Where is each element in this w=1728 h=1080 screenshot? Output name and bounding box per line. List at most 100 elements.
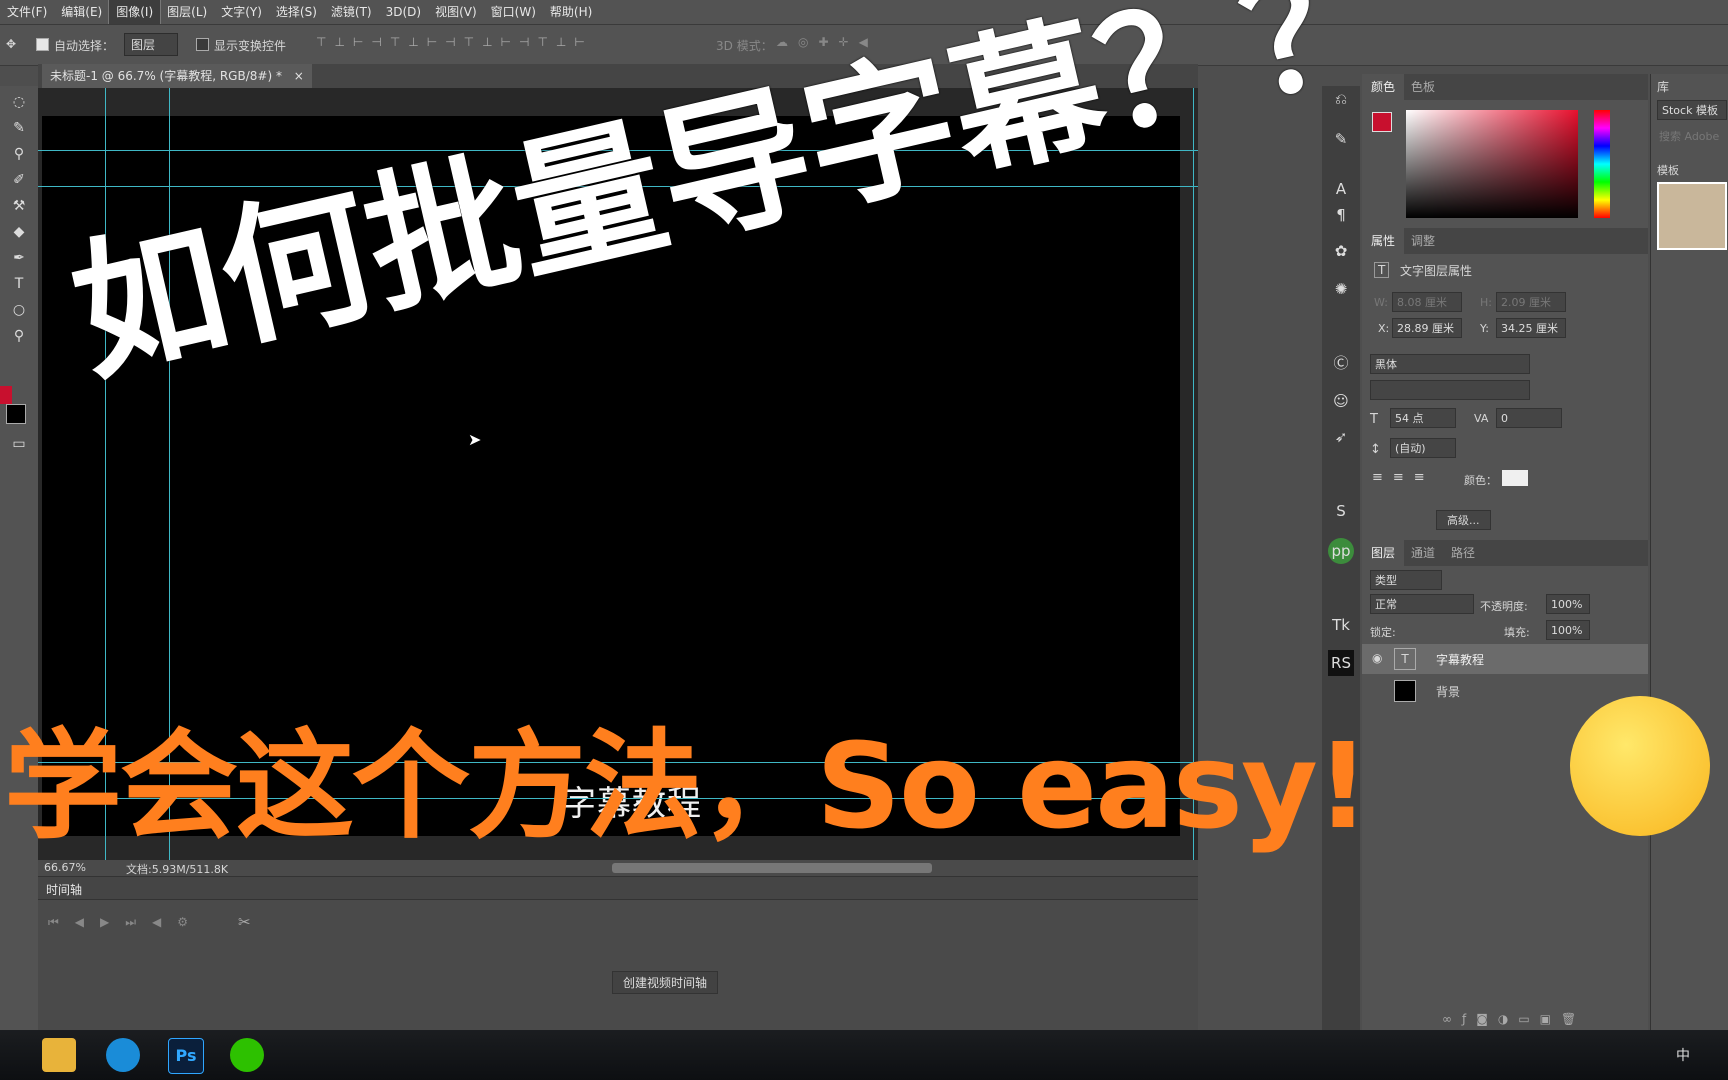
show-transform-checkbox[interactable]	[196, 38, 209, 51]
auto-select-dropdown[interactable]: 图层	[124, 33, 178, 56]
font-size-icon: T	[1370, 412, 1378, 427]
text-color-swatch[interactable]	[1502, 470, 1528, 486]
font-family-dropdown[interactable]: 黑体	[1370, 354, 1530, 374]
menu-file[interactable]: 文件(F)	[0, 0, 54, 24]
browser-icon[interactable]	[106, 1038, 140, 1072]
document-tab-title: 未标题-1 @ 66.7% (字幕教程, RGB/8#) *	[50, 69, 282, 83]
fill-field[interactable]: 100%	[1546, 620, 1590, 640]
properties-header: 文字图层属性	[1400, 264, 1473, 278]
foreground-color-swatch[interactable]	[0, 386, 12, 404]
character-icon[interactable]: A	[1328, 176, 1354, 202]
menu-window[interactable]: 窗口(W)	[484, 0, 543, 24]
templates-label: 模板	[1657, 164, 1679, 177]
quick-select-tool-icon[interactable]: ✎	[8, 118, 30, 138]
horizontal-scrollbar[interactable]	[612, 863, 932, 873]
pen-tool-icon[interactable]: ✒	[8, 248, 30, 268]
plugin-c-icon[interactable]: Ⓒ	[1328, 350, 1354, 376]
layer-name[interactable]: 背景	[1436, 683, 1460, 700]
right-panels: 颜色 色板 属性 调整 T 文字图层属性 W: 8.08 厘米 H: 2.09 …	[1362, 74, 1648, 1030]
tab-channels[interactable]: 通道	[1402, 540, 1444, 566]
tracking-field[interactable]: 0	[1496, 408, 1562, 428]
show-transform-label: 显示变换控件	[214, 39, 287, 53]
marquee-tool-icon[interactable]: ◌	[8, 92, 30, 112]
brush-settings-icon[interactable]: ✎	[1328, 126, 1354, 152]
x-field[interactable]: 28.89 厘米	[1392, 318, 1462, 338]
tab-adjustments[interactable]: 调整	[1402, 228, 1444, 254]
menu-layer[interactable]: 图层(L)	[160, 0, 214, 24]
tab-paths[interactable]: 路径	[1442, 540, 1484, 566]
plugin-portrait-icon[interactable]: ☺	[1328, 388, 1354, 414]
stamp-tool-icon[interactable]: ⚒	[8, 196, 30, 216]
library-title: 库	[1657, 80, 1670, 94]
menu-filter[interactable]: 滤镜(T)	[324, 0, 379, 24]
create-video-timeline-button[interactable]: 创建视频时间轴	[612, 971, 719, 994]
h-label: H:	[1480, 296, 1492, 309]
type-layer-icon: T	[1374, 262, 1390, 278]
paragraph-icon[interactable]: ¶	[1328, 202, 1354, 228]
brush-tool-icon[interactable]: ✐	[8, 170, 30, 190]
library-search[interactable]: 搜索 Adobe	[1659, 128, 1719, 144]
layer-filter-dropdown[interactable]: 类型	[1370, 570, 1442, 590]
panel-icon-strip: ⎌ ✎ A ¶ ✿ ✺ Ⓒ ☺ ➶ S pp Tk RS	[1322, 86, 1360, 1030]
shape-tool-icon[interactable]: ○	[8, 300, 30, 320]
auto-select-label: 自动选择：	[54, 39, 115, 53]
y-field[interactable]: 34.25 厘米	[1496, 318, 1566, 338]
menu-select[interactable]: 选择(S)	[269, 0, 324, 24]
opacity-field[interactable]: 100%	[1546, 594, 1590, 614]
visibility-eye-icon[interactable]: ◉	[1372, 651, 1382, 665]
align-icons[interactable]: ⊤⊥⊢⊣⊤⊥⊢⊣⊤⊥⊢⊣⊤⊥⊢	[316, 35, 593, 49]
plugin-tk-icon[interactable]: Tk	[1328, 612, 1354, 638]
ime-indicator[interactable]: 中	[1676, 1045, 1690, 1065]
wechat-icon[interactable]	[230, 1038, 264, 1072]
type-tool-icon[interactable]: T	[8, 274, 30, 294]
layer-row[interactable]: ◉ T 字幕教程	[1362, 644, 1648, 674]
plugin-s-icon[interactable]: S	[1328, 498, 1354, 524]
tab-properties[interactable]: 属性	[1362, 228, 1405, 254]
leading-field[interactable]: (自动)	[1390, 438, 1456, 458]
advanced-button[interactable]: 高级...	[1436, 510, 1491, 530]
font-style-dropdown[interactable]	[1370, 380, 1530, 400]
status-bar: 66.67% 文档:5.93M/511.8K	[38, 860, 1198, 876]
eyedropper-tool-icon[interactable]: ⚲	[8, 144, 30, 164]
menu-help[interactable]: 帮助(H)	[543, 0, 599, 24]
font-size-field[interactable]: 54 点	[1390, 408, 1456, 428]
layer-row[interactable]: 背景	[1362, 676, 1648, 706]
move-tool-icon[interactable]: ✥	[6, 37, 16, 51]
layer-name[interactable]: 字幕教程	[1436, 651, 1484, 668]
zoom-tool-icon[interactable]: ⚲	[8, 326, 30, 346]
file-explorer-icon[interactable]	[42, 1038, 76, 1072]
plugin-bird-icon[interactable]: ➶	[1328, 424, 1354, 450]
plugin-icon[interactable]: ✿	[1328, 238, 1354, 264]
menu-view[interactable]: 视图(V)	[428, 0, 484, 24]
menu-3d[interactable]: 3D(D)	[379, 0, 428, 24]
menu-type[interactable]: 文字(Y)	[214, 0, 269, 24]
template-thumbnail[interactable]	[1657, 182, 1727, 250]
paint-bucket-tool-icon[interactable]: ◆	[8, 222, 30, 242]
photoshop-icon[interactable]: Ps	[168, 1038, 204, 1074]
timeline-playback-controls[interactable]: ⏮◀▶⏭◀⚙	[48, 915, 204, 930]
zoom-level[interactable]: 66.67%	[44, 861, 86, 874]
menu-image[interactable]: 图像(I)	[108, 0, 162, 25]
fill-label: 填充:	[1504, 626, 1530, 639]
document-tab[interactable]: 未标题-1 @ 66.7% (字幕教程, RGB/8#) * ×	[42, 64, 312, 88]
screen-mode-icon[interactable]: ▭	[8, 434, 30, 454]
hue-slider[interactable]	[1594, 110, 1610, 218]
color-field[interactable]	[1406, 110, 1578, 218]
background-color-swatch[interactable]	[6, 404, 26, 424]
align-buttons[interactable]: ≡≡≡	[1372, 470, 1435, 485]
blend-mode-dropdown[interactable]: 正常	[1370, 594, 1474, 614]
menu-edit[interactable]: 编辑(E)	[54, 0, 109, 24]
tools-panel: ◌ ✎ ⚲ ✐ ⚒ ◆ ✒ T ○ ⚲ ▭	[0, 86, 38, 1030]
plugin-pp-icon[interactable]: pp	[1328, 538, 1354, 564]
mouse-cursor-icon: ➤	[468, 430, 482, 449]
layer-actions-icons[interactable]: ∞ƒ◙◑▭▣🗑	[1442, 1012, 1586, 1026]
tab-layers[interactable]: 图层	[1362, 540, 1405, 566]
scissors-icon[interactable]: ✂	[238, 913, 251, 931]
w-field[interactable]: 8.08 厘米	[1392, 292, 1462, 312]
h-field[interactable]: 2.09 厘米	[1496, 292, 1566, 312]
auto-select-checkbox[interactable]	[36, 38, 49, 51]
close-icon[interactable]: ×	[294, 69, 304, 83]
plugin-rs-icon[interactable]: RS	[1328, 650, 1354, 676]
plugin-burst-icon[interactable]: ✺	[1328, 276, 1354, 302]
library-dropdown[interactable]: Stock 模板	[1657, 100, 1727, 120]
